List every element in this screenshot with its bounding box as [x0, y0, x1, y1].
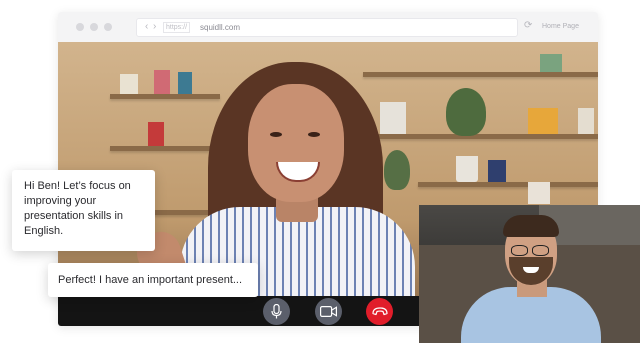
plant [384, 150, 410, 190]
book [120, 74, 138, 94]
chat-message-tutor: Hi Ben! Let’s focus on improving your pr… [12, 170, 155, 251]
camera-button[interactable] [315, 298, 342, 325]
book [578, 108, 594, 134]
window-dot-icon[interactable] [90, 23, 98, 31]
microphone-icon [271, 304, 282, 319]
forward-arrow-icon[interactable]: › [153, 20, 156, 34]
smile [276, 162, 320, 182]
book [528, 108, 558, 134]
window-dot-icon[interactable] [104, 23, 112, 31]
reload-icon[interactable]: ⟳ [524, 19, 532, 33]
eye [308, 132, 320, 137]
glasses [511, 245, 551, 256]
plant [446, 88, 486, 136]
shelf [363, 134, 598, 139]
shelf [418, 182, 598, 187]
window-dot-icon[interactable] [76, 23, 84, 31]
book [178, 72, 192, 94]
book [380, 102, 406, 134]
video-camera-icon [320, 306, 337, 317]
url-text: squidll.com [200, 23, 241, 32]
shelf [363, 72, 598, 77]
plant-pot [456, 156, 478, 182]
home-page-link[interactable]: Home Page [542, 22, 579, 32]
browser-toolbar: ‹ › https:// squidll.com ⟳ Home Page [58, 12, 598, 43]
book [148, 122, 164, 146]
shelf [110, 94, 220, 99]
book [488, 160, 506, 182]
address-bar[interactable]: ‹ › https:// squidll.com [136, 18, 518, 37]
face [248, 84, 344, 202]
hang-up-icon [371, 307, 388, 316]
back-arrow-icon[interactable]: ‹ [145, 20, 148, 34]
end-call-button[interactable] [366, 298, 393, 325]
chat-message-student: Perfect! I have an important present... [48, 263, 258, 297]
shelf [110, 146, 220, 151]
book [540, 54, 562, 72]
participant-video-tutor [419, 205, 640, 343]
protocol-label: https:// [163, 22, 191, 33]
book [528, 182, 550, 204]
eye [270, 132, 282, 137]
book [154, 70, 170, 94]
microphone-button[interactable] [263, 298, 290, 325]
